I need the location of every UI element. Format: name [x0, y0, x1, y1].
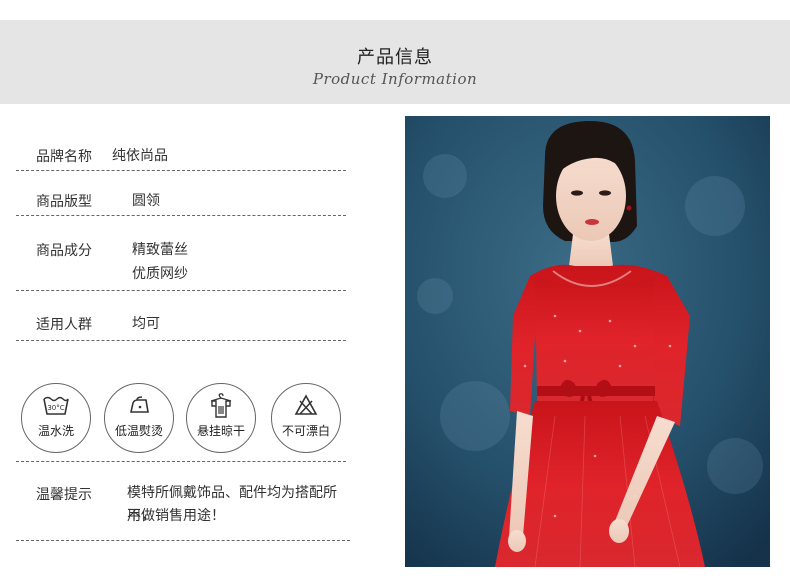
svg-text:30°C: 30°C: [47, 404, 64, 412]
tips-label: 温馨提示: [36, 487, 92, 503]
care-item-no-bleach: 不可漂白: [271, 383, 341, 453]
spec-label: 适用人群: [36, 317, 92, 333]
care-label: 悬挂晾干: [196, 424, 245, 438]
product-photo: [405, 116, 770, 567]
care-label: 低温熨烫: [114, 424, 163, 438]
spec-value: 纯依尚品: [112, 148, 168, 164]
hang-dry-icon: [187, 393, 255, 419]
spec-label: 品牌名称: [36, 149, 92, 165]
care-item-hang-dry: 悬挂晾干: [186, 383, 256, 453]
care-divider: [16, 461, 346, 462]
spec-row-material: 商品成分 精致蕾丝 优质网纱: [16, 232, 346, 291]
spec-row-audience: 适用人群 均可: [16, 306, 346, 341]
spec-row-brand: 品牌名称 纯依尚品: [16, 140, 346, 171]
spec-value: 优质网纱: [132, 266, 188, 282]
wash-30-icon: 30°C: [22, 393, 90, 419]
spec-row-fit: 商品版型 圆领: [16, 186, 346, 216]
section-header: 产品信息 Product Information: [0, 20, 790, 104]
spec-value: 均可: [132, 316, 160, 332]
spec-value: 精致蕾丝: [132, 242, 188, 258]
no-bleach-icon: [272, 393, 340, 419]
spec-label: 商品成分: [36, 243, 92, 259]
tips-row: 温馨提示 模特所佩戴饰品、配件均为搭配所用， 不做销售用途！: [16, 474, 350, 541]
care-item-iron: 低温熨烫: [104, 383, 174, 453]
spec-value: 圆领: [132, 193, 160, 209]
section-title: 产品信息: [357, 47, 433, 68]
care-label: 温水洗: [37, 424, 74, 438]
care-item-wash: 30°C 温水洗: [21, 383, 91, 453]
care-label: 不可漂白: [281, 424, 330, 438]
spec-label: 商品版型: [36, 194, 92, 210]
section-subtitle: Product Information: [312, 70, 478, 88]
low-iron-icon: [105, 393, 173, 419]
tips-line: 不做销售用途！: [127, 508, 225, 524]
